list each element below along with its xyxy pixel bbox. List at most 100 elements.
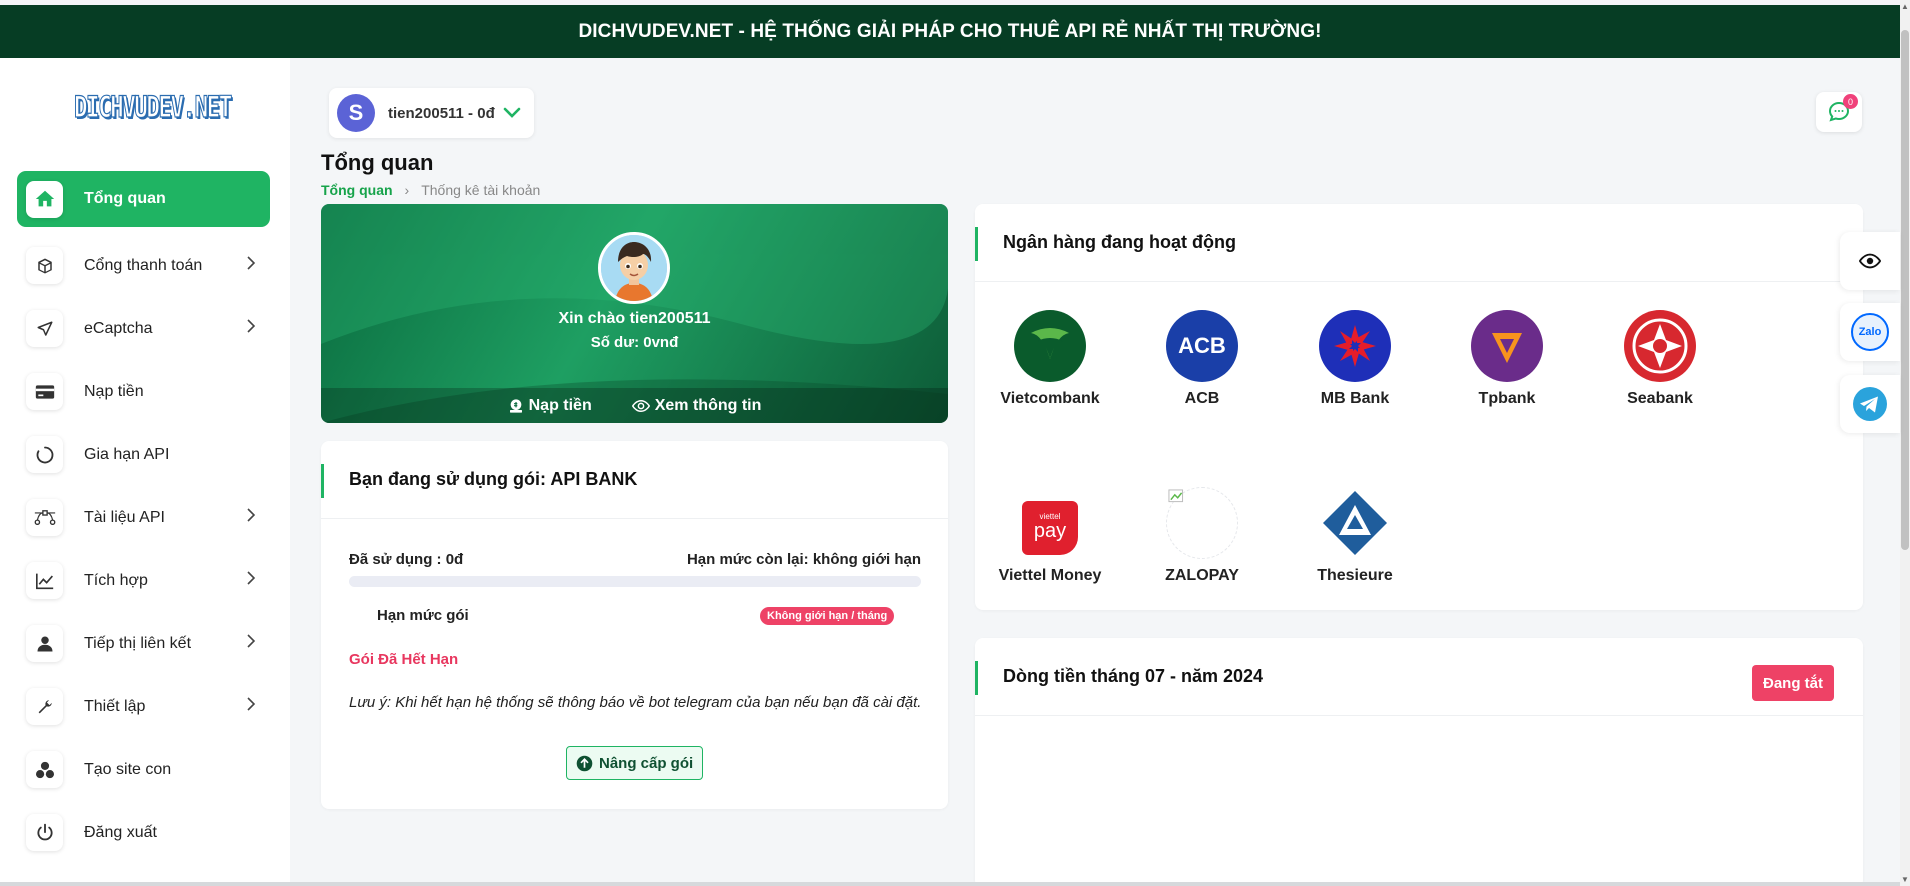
deposit-link[interactable]: Nạp tiền xyxy=(508,397,592,415)
bank-name: ZALOPAY xyxy=(1165,567,1239,584)
package-card: Bạn đang sử dụng gói: API BANK Đã sử dụn… xyxy=(321,441,948,809)
hero-actions: Nạp tiền Xem thông tin xyxy=(321,388,948,423)
chevron-right-icon xyxy=(247,634,256,648)
page-title: Tổng quan xyxy=(321,150,434,175)
bank-mb-bank[interactable]: MB Bank xyxy=(1300,310,1410,408)
bank-viettel-money[interactable]: viettel pay Viettel Money xyxy=(995,487,1105,585)
mb-bank-logo-icon xyxy=(1319,310,1391,382)
sidebar-item-label: Cổng thanh toán xyxy=(84,256,203,274)
sidebar-item-nap-tien[interactable]: Nạp tiền xyxy=(17,360,270,423)
scrollbar-thumb[interactable] xyxy=(1901,30,1909,550)
active-banks-card: Ngân hàng đang hoạt động Vietcombank ACB… xyxy=(975,204,1863,610)
scroll-down-icon[interactable]: ▼ xyxy=(1901,875,1909,884)
acb-logo-icon: ACB xyxy=(1166,310,1238,382)
breadcrumb: Tổng quan › Thống kê tài khoản xyxy=(321,182,540,198)
cluster-icon xyxy=(26,751,63,788)
svg-text:pay: pay xyxy=(1034,520,1066,542)
card-icon xyxy=(26,373,63,410)
balance-text: Số dư: 0vnđ xyxy=(590,334,679,351)
thesieure-logo-icon xyxy=(1319,487,1391,559)
sidebar-item-tao-site-con[interactable]: Tạo site con xyxy=(17,738,270,801)
user-icon xyxy=(26,625,63,662)
bank-seabank[interactable]: Seabank xyxy=(1605,310,1715,408)
bank-vietcombank[interactable]: Vietcombank xyxy=(995,310,1105,408)
remaining-limit: Hạn mức còn lại: không giới hạn xyxy=(686,551,921,568)
sidebar-item-ecaptcha[interactable]: eCaptcha xyxy=(17,297,270,360)
breadcrumb-separator-icon: › xyxy=(404,182,410,198)
usage-progress-bar xyxy=(349,576,921,587)
sidebar-item-gia-han-api[interactable]: Gia hạn API xyxy=(17,423,270,486)
box-icon xyxy=(26,247,63,284)
cashflow-card-header: Dòng tiền tháng 07 - năm 2024 xyxy=(975,638,1863,716)
breadcrumb-home[interactable]: Tổng quan xyxy=(321,182,393,198)
breadcrumb-current: Thống kê tài khoản xyxy=(421,182,541,198)
package-card-header: Bạn đang sử dụng gói: API BANK xyxy=(321,441,948,519)
bank-name: MB Bank xyxy=(1320,390,1390,407)
sidebar-item-label: Nạp tiền xyxy=(84,382,144,400)
telegram-button[interactable] xyxy=(1840,375,1900,433)
top-announcement-bar: DICHVUDEV.NET - HỆ THỐNG GIẢI PHÁP CHO T… xyxy=(0,5,1900,58)
user-balance-label: tien200511 - 0đ xyxy=(388,104,495,122)
telegram-icon xyxy=(1853,387,1887,421)
sidebar-item-label: Tài liệu API xyxy=(84,508,165,526)
upgrade-button[interactable]: Nâng cấp gói xyxy=(566,746,704,780)
banks-title: Ngân hàng đang hoạt động xyxy=(1003,232,1236,252)
sidebar-item-label: Gia hạn API xyxy=(84,445,170,463)
chevron-right-icon xyxy=(247,571,256,585)
chevron-down-icon xyxy=(503,107,521,118)
user-dropdown[interactable]: S tien200511 - 0đ xyxy=(329,88,534,138)
site-logo[interactable]: DICHVUDEV.NET xyxy=(74,89,233,124)
seabank-logo-icon xyxy=(1624,310,1696,382)
bottom-edge xyxy=(0,882,1900,886)
sidebar-item-label: eCaptcha xyxy=(84,319,153,337)
greeting-text: Xin chào tien200511 xyxy=(558,310,711,327)
sidebar-item-tai-lieu-api[interactable]: Tài liệu API xyxy=(17,486,270,549)
cashflow-status-button[interactable]: Đang tắt xyxy=(1752,665,1834,701)
bezier-icon xyxy=(26,499,63,536)
bank-acb[interactable]: ACB ACB xyxy=(1147,310,1257,408)
zalo-button[interactable]: Zalo xyxy=(1840,303,1900,361)
bank-name: Viettel Money xyxy=(998,567,1102,584)
circle-icon xyxy=(26,436,63,473)
chart-icon xyxy=(26,562,63,599)
package-title: Bạn đang sử dụng gói: API BANK xyxy=(349,469,638,489)
deposit-label: Nạp tiền xyxy=(528,396,592,414)
bank-tpbank[interactable]: Tpbank xyxy=(1452,310,1562,408)
sidebar-item-tich-hop[interactable]: Tích hợp xyxy=(17,549,270,612)
power-icon xyxy=(26,814,63,851)
chevron-right-icon xyxy=(247,508,256,522)
send-icon xyxy=(26,310,63,347)
sidebar: DICHVUDEV.NET Tổng quan Cổng thanh toán … xyxy=(0,58,290,882)
sidebar-item-tong-quan[interactable]: Tổng quan xyxy=(17,171,270,227)
sidebar-item-tiep-thi-lien-ket[interactable]: Tiếp thị liên kết xyxy=(17,612,270,675)
sidebar-item-dang-xuat[interactable]: Đăng xuất xyxy=(17,801,270,864)
chevron-right-icon xyxy=(247,697,256,711)
sidebar-item-label: Thiết lập xyxy=(84,697,146,715)
announcement-text: DICHVUDEV.NET - HỆ THỐNG GIẢI PHÁP CHO T… xyxy=(578,20,1322,42)
sidebar-nav: Tổng quan Cổng thanh toán eCaptcha Nạp t… xyxy=(17,171,270,864)
cashflow-title: Dòng tiền tháng 07 - năm 2024 xyxy=(1003,666,1264,686)
zalo-label: Zalo xyxy=(1858,326,1882,338)
bank-thesieure[interactable]: Thesieure xyxy=(1300,487,1410,585)
bank-zalopay[interactable]: ZALOPAY xyxy=(1147,487,1257,585)
arrow-up-circle-icon xyxy=(576,755,593,771)
wallet-icon xyxy=(509,398,522,413)
eye-icon xyxy=(1859,253,1881,269)
zalo-icon: Zalo xyxy=(1851,313,1889,351)
sidebar-item-thiet-lap[interactable]: Thiết lập xyxy=(17,675,270,738)
limit-badge: Không giới hạn / tháng xyxy=(760,607,895,625)
scroll-up-icon[interactable]: ▲ xyxy=(1901,2,1909,11)
visibility-toggle-button[interactable] xyxy=(1840,232,1900,290)
banks-card-header: Ngân hàng đang hoạt động xyxy=(975,204,1863,282)
view-info-label: Xem thông tin xyxy=(654,396,762,414)
bank-name: Vietcombank xyxy=(1000,390,1100,407)
sidebar-item-cong-thanh-toan[interactable]: Cổng thanh toán xyxy=(17,234,270,297)
chat-button[interactable]: 0 xyxy=(1816,92,1862,132)
sidebar-item-label: Tiếp thị liên kết xyxy=(84,634,192,652)
expired-status: Gói Đã Hết Hạn xyxy=(349,651,459,668)
bank-name: Tpbank xyxy=(1478,390,1536,407)
chat-badge: 0 xyxy=(1843,94,1858,109)
view-info-link[interactable]: Xem thông tin xyxy=(631,396,762,415)
page-scrollbar[interactable]: ▲ ▼ xyxy=(1900,0,1910,886)
sidebar-item-label: Tạo site con xyxy=(84,760,172,778)
